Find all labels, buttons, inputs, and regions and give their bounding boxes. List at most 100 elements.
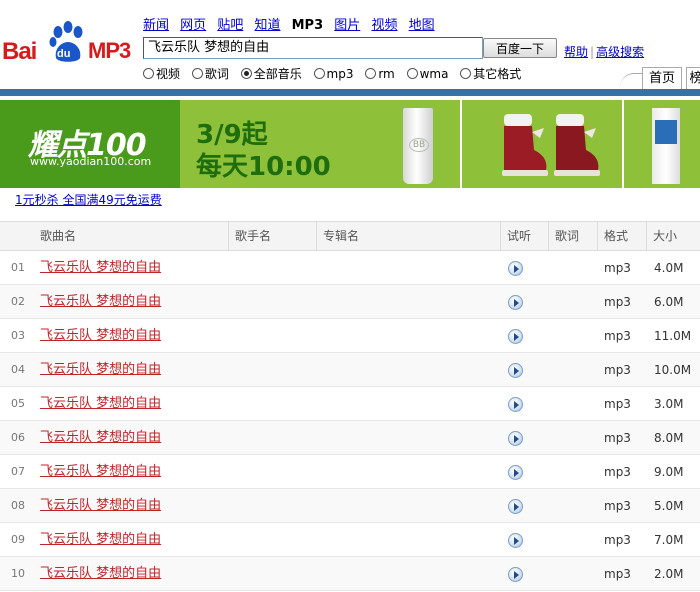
row-number: 05: [11, 397, 25, 410]
play-icon[interactable]: [508, 397, 523, 412]
song-link[interactable]: 飞云乐队 梦想的自由: [40, 260, 161, 275]
table-row: 02 飞云乐队 梦想的自由 mp3 6.0M: [0, 285, 700, 319]
help-links: 帮助 | 高级搜索: [564, 43, 644, 60]
nav-mp3-active: MP3: [291, 18, 324, 33]
row-number: 07: [11, 465, 25, 478]
row-number: 04: [11, 363, 25, 376]
format-cell: mp3: [604, 465, 631, 479]
format-cell: mp3: [604, 261, 631, 275]
format-cell: mp3: [604, 533, 631, 547]
radio-mp3[interactable]: mp3: [313, 66, 354, 81]
size-cell: 8.0M: [654, 431, 684, 445]
search-button[interactable]: 百度一下: [483, 38, 557, 58]
radio-all-music[interactable]: 全部音乐: [240, 65, 302, 82]
play-icon[interactable]: [508, 329, 523, 344]
radio-rm[interactable]: rm: [365, 66, 395, 81]
banner-daily-time: 每天10:00: [196, 152, 331, 182]
listen-cell: [508, 533, 523, 549]
song-link[interactable]: 飞云乐队 梦想的自由: [40, 532, 161, 547]
size-cell: 7.0M: [654, 533, 684, 547]
row-number: 01: [11, 261, 25, 274]
nav-news[interactable]: 新闻: [143, 18, 169, 33]
song-link[interactable]: 飞云乐队 梦想的自由: [40, 430, 161, 445]
radio-icon: [365, 68, 377, 79]
song-link[interactable]: 飞云乐队 梦想的自由: [40, 328, 161, 343]
banner-ad[interactable]: 耀点100 www.yaodian100.com 3/9起 每天10:00 BB: [0, 100, 700, 188]
song-link[interactable]: 飞云乐队 梦想的自由: [40, 362, 161, 377]
size-cell: 5.0M: [654, 499, 684, 513]
radio-other-formats[interactable]: 其它格式: [460, 65, 521, 82]
format-filter: 视频 歌词 全部音乐 mp3 rm wma 其它格式: [143, 65, 529, 82]
radio-wma[interactable]: wma: [406, 66, 449, 81]
advanced-search-link[interactable]: 高级搜索: [596, 45, 644, 59]
play-icon[interactable]: [508, 533, 523, 548]
song-cell: 飞云乐队 梦想的自由: [40, 387, 161, 421]
cream-tube-icon: BB: [403, 108, 433, 184]
play-icon[interactable]: [508, 567, 523, 582]
listen-cell: [508, 431, 523, 447]
table-row: 04 飞云乐队 梦想的自由 mp3 10.0M: [0, 353, 700, 387]
radio-icon: [313, 68, 325, 79]
format-cell: mp3: [604, 431, 631, 445]
tab-rank[interactable]: 榜: [686, 67, 700, 89]
listen-cell: [508, 567, 523, 583]
tab-home[interactable]: 首页: [642, 67, 682, 89]
radio-label: 全部音乐: [253, 67, 302, 81]
play-icon[interactable]: [508, 465, 523, 480]
row-number: 08: [11, 499, 25, 512]
nav-map[interactable]: 地图: [409, 18, 435, 33]
row-number: 03: [11, 329, 25, 342]
song-link[interactable]: 飞云乐队 梦想的自由: [40, 294, 161, 309]
logo-text-mp3: MP3: [88, 38, 131, 63]
radio-label: wma: [419, 66, 449, 81]
row-number: 06: [11, 431, 25, 444]
play-icon[interactable]: [508, 295, 523, 310]
search-input[interactable]: 飞云乐队 梦想的自由: [143, 37, 483, 59]
play-icon[interactable]: [508, 431, 523, 446]
song-link[interactable]: 飞云乐队 梦想的自由: [40, 566, 161, 581]
table-row: 03 飞云乐队 梦想的自由 mp3 11.0M: [0, 319, 700, 353]
size-cell: 4.0M: [654, 261, 684, 275]
song-cell: 飞云乐队 梦想的自由: [40, 455, 161, 489]
col-song: 歌曲名: [40, 229, 77, 243]
col-size: 大小: [646, 222, 677, 250]
radio-label: rm: [378, 66, 395, 81]
play-icon[interactable]: [508, 363, 523, 378]
size-cell: 3.0M: [654, 397, 684, 411]
song-cell: 飞云乐队 梦想的自由: [40, 319, 161, 353]
nav-web[interactable]: 网页: [180, 18, 206, 33]
nav-video[interactable]: 视频: [371, 18, 397, 33]
radio-lyrics[interactable]: 歌词: [191, 65, 229, 82]
table-row: 05 飞云乐队 梦想的自由 mp3 3.0M: [0, 387, 700, 421]
nav-tieba[interactable]: 贴吧: [217, 18, 243, 33]
baidu-mp3-logo[interactable]: Bai du MP3: [2, 18, 136, 68]
nav-zhidao[interactable]: 知道: [254, 18, 280, 33]
song-link[interactable]: 飞云乐队 梦想的自由: [40, 464, 161, 479]
size-cell: 10.0M: [654, 363, 692, 377]
boots-product: [462, 100, 622, 188]
promo-link[interactable]: 1元秒杀 全国满49元免运费: [15, 193, 162, 207]
help-link[interactable]: 帮助: [564, 45, 588, 59]
song-link[interactable]: 飞云乐队 梦想的自由: [40, 396, 161, 411]
nav-images[interactable]: 图片: [334, 18, 360, 33]
boot-icon: [554, 114, 600, 176]
song-cell: 飞云乐队 梦想的自由: [40, 251, 161, 285]
row-number: 09: [11, 533, 25, 546]
radio-label: mp3: [326, 66, 354, 81]
promo-line: 1元秒杀 全国满49元免运费: [15, 191, 162, 208]
logo-text-du: du: [57, 48, 71, 60]
col-format: 格式: [597, 222, 628, 250]
format-cell: mp3: [604, 499, 631, 513]
song-cell: 飞云乐队 梦想的自由: [40, 285, 161, 319]
song-cell: 飞云乐队 梦想的自由: [40, 557, 161, 591]
song-link[interactable]: 飞云乐队 梦想的自由: [40, 498, 161, 513]
boot-icon: [502, 114, 548, 176]
col-lyrics: 歌词: [548, 222, 579, 250]
radio-video[interactable]: 视频: [143, 65, 180, 82]
size-cell: 2.0M: [654, 567, 684, 581]
song-cell: 飞云乐队 梦想的自由: [40, 489, 161, 523]
tab-curve: [620, 73, 644, 90]
play-icon[interactable]: [508, 261, 523, 276]
col-singer: 歌手名: [228, 222, 271, 250]
play-icon[interactable]: [508, 499, 523, 514]
